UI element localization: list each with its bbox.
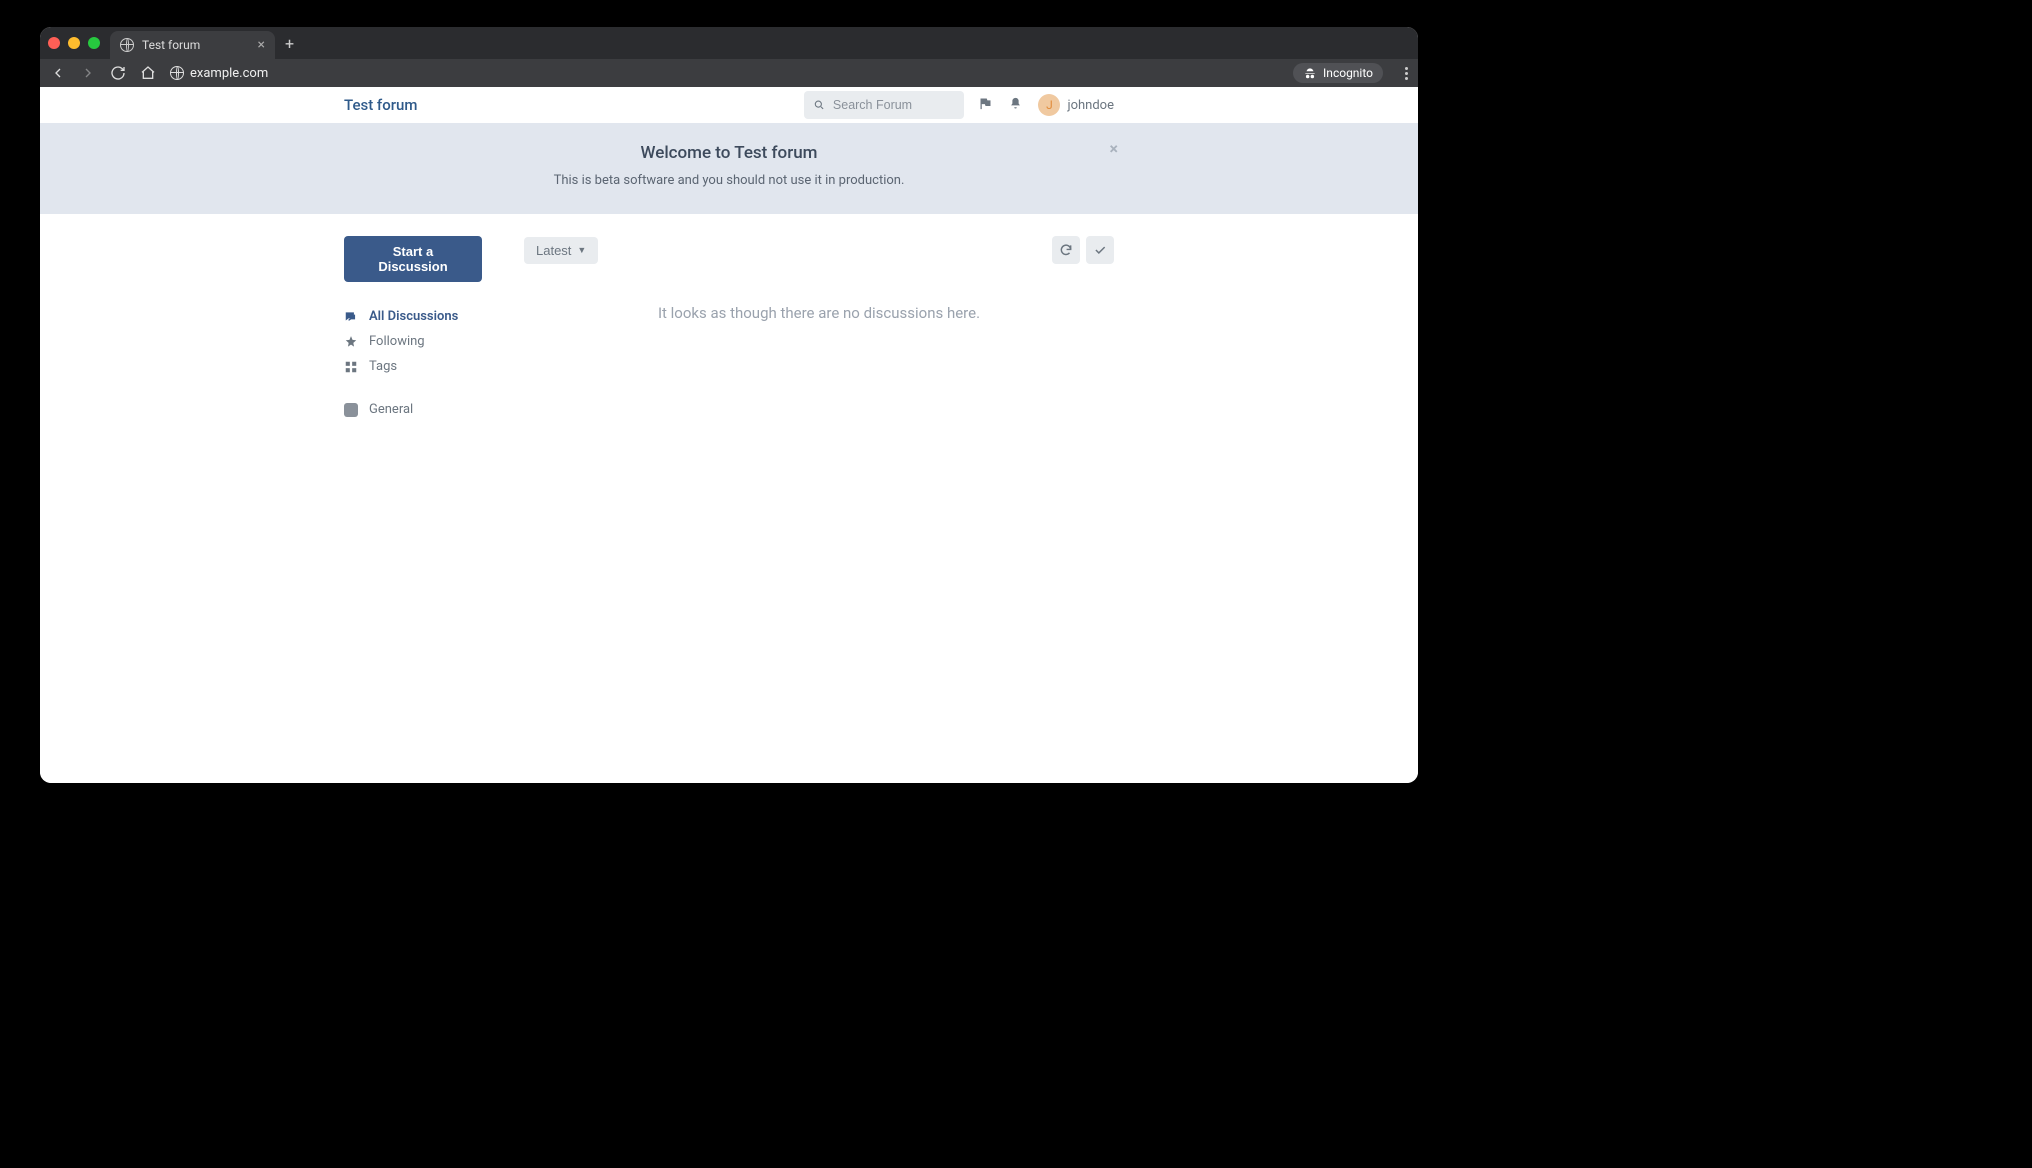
sidebar-item-label: All Discussions [369, 309, 458, 324]
forward-button[interactable] [80, 65, 96, 81]
empty-state-message: It looks as though there are no discussi… [524, 304, 1114, 322]
address-bar: example.com Incognito [40, 59, 1418, 87]
incognito-label: Incognito [1323, 66, 1373, 80]
sidebar-nav: All Discussions Following Tags General [344, 304, 494, 422]
maximize-window-button[interactable] [88, 37, 100, 49]
sort-label: Latest [536, 243, 571, 258]
browser-menu-button[interactable] [1405, 67, 1408, 80]
new-tab-button[interactable]: + [285, 34, 294, 53]
refresh-icon [1059, 243, 1073, 257]
check-icon [1093, 243, 1107, 257]
mark-read-button[interactable] [1086, 236, 1114, 264]
discussions-pane: Latest ▼ It looks as though there are no… [524, 236, 1114, 422]
sidebar-item-all-discussions[interactable]: All Discussions [344, 304, 494, 329]
url-text: example.com [190, 66, 268, 81]
incognito-badge[interactable]: Incognito [1293, 63, 1383, 83]
close-hero-button[interactable]: × [1110, 139, 1119, 158]
bell-icon[interactable] [1008, 96, 1024, 115]
search-icon [814, 99, 824, 111]
sidebar: Start a Discussion All Discussions Follo… [344, 236, 494, 422]
minimize-window-button[interactable] [68, 37, 80, 49]
tab-strip: Test forum × + [40, 27, 1418, 59]
toolbar-row: Latest ▼ [524, 236, 1114, 264]
site-info-icon[interactable] [170, 66, 184, 80]
site-title-link[interactable]: Test forum [344, 96, 417, 114]
hero-subtitle: This is beta software and you should not… [40, 173, 1418, 188]
chevron-down-icon: ▼ [577, 245, 586, 255]
reload-button[interactable] [110, 65, 126, 81]
close-window-button[interactable] [48, 37, 60, 49]
page-viewport: Test forum J johndoe × Welcome to Test f… [40, 87, 1418, 783]
close-tab-icon[interactable]: × [258, 37, 265, 53]
star-icon [344, 335, 358, 349]
sidebar-item-label: Following [369, 334, 425, 349]
sidebar-tag-general[interactable]: General [344, 397, 494, 422]
url-field[interactable]: example.com [170, 66, 1279, 81]
sort-dropdown[interactable]: Latest ▼ [524, 237, 598, 264]
sidebar-item-following[interactable]: Following [344, 329, 494, 354]
search-box[interactable] [804, 91, 964, 119]
search-input[interactable] [833, 98, 955, 112]
browser-window: Test forum × + example.com Incognito Tes… [40, 27, 1418, 783]
back-button[interactable] [50, 65, 66, 81]
welcome-hero: × Welcome to Test forum This is beta sof… [40, 123, 1418, 214]
start-discussion-button[interactable]: Start a Discussion [344, 236, 482, 282]
window-controls [48, 37, 100, 49]
home-button[interactable] [140, 65, 156, 81]
grid-icon [344, 360, 358, 374]
refresh-button[interactable] [1052, 236, 1080, 264]
sidebar-item-label: Tags [369, 359, 397, 374]
username-link[interactable]: johndoe [1067, 98, 1114, 113]
globe-icon [120, 38, 134, 52]
tag-color-swatch [344, 403, 358, 417]
main-content: Start a Discussion All Discussions Follo… [344, 236, 1114, 422]
sidebar-tag-label: General [369, 402, 413, 417]
forum-header: Test forum J johndoe [40, 87, 1418, 123]
avatar[interactable]: J [1038, 94, 1060, 116]
sidebar-item-tags[interactable]: Tags [344, 354, 494, 379]
comments-icon [344, 310, 358, 324]
flag-icon[interactable] [978, 96, 994, 115]
browser-tab[interactable]: Test forum × [110, 31, 275, 59]
hero-title: Welcome to Test forum [40, 143, 1418, 163]
tab-title: Test forum [142, 38, 200, 52]
